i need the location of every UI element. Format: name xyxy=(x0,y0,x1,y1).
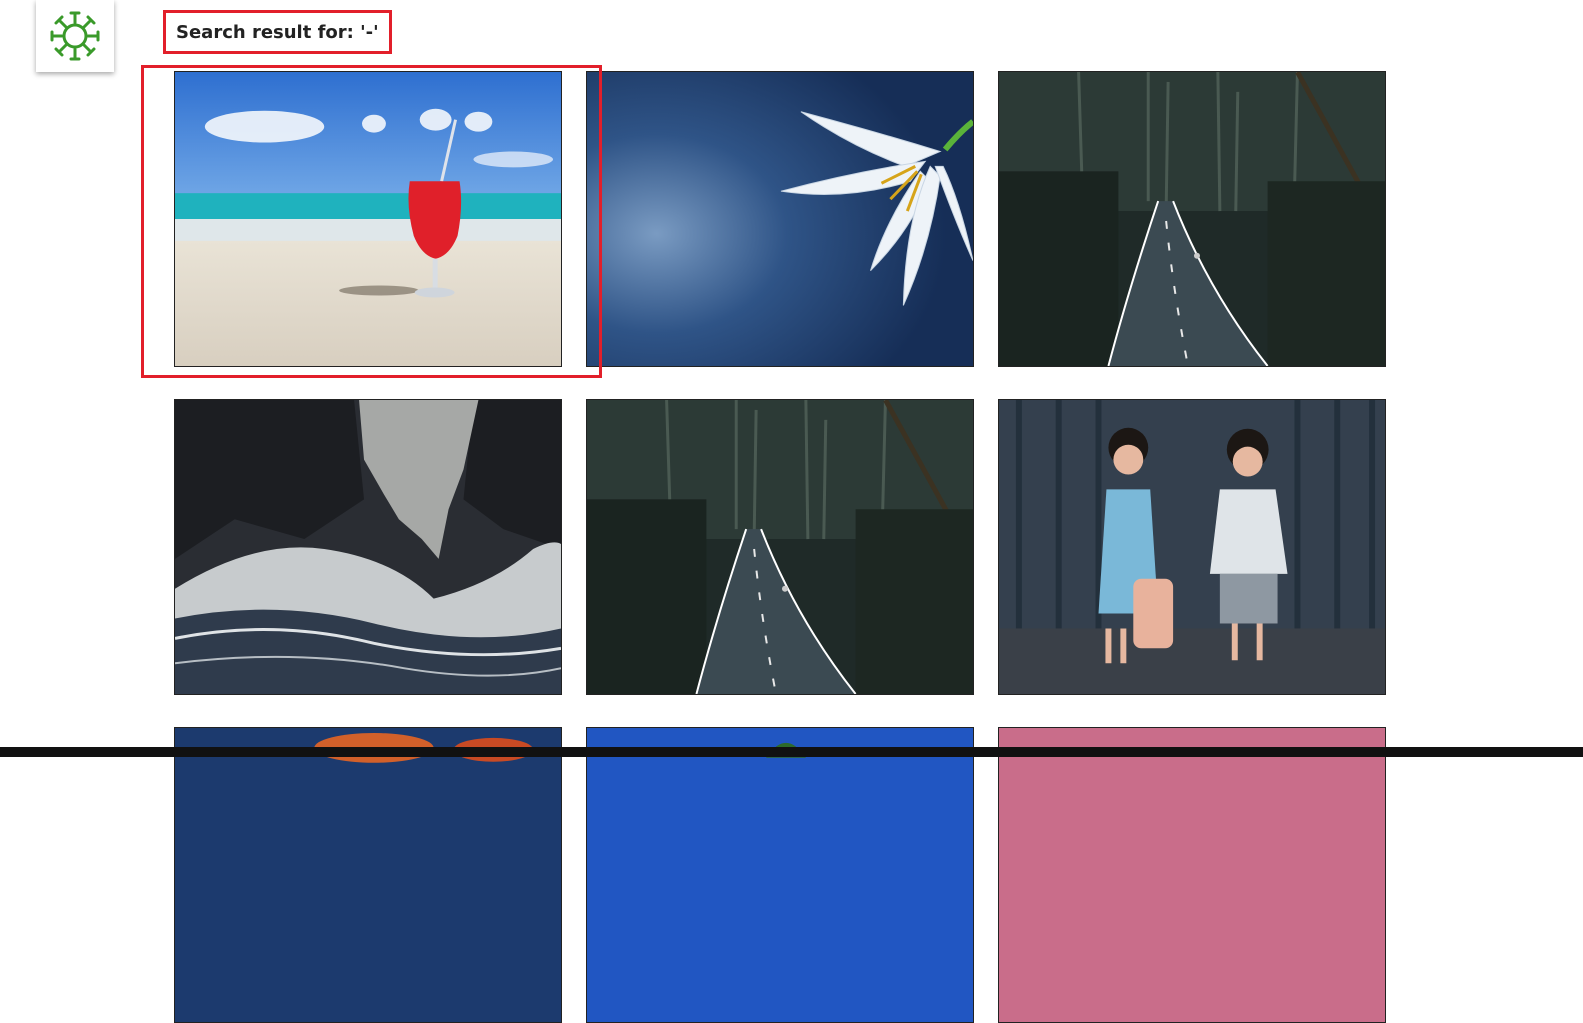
gallery-image-pink[interactable] xyxy=(998,727,1386,1023)
gallery-image-palm-tree[interactable] xyxy=(586,727,974,1023)
gallery-image-white-lily[interactable] xyxy=(586,71,974,367)
gallery-image-sunset-clouds[interactable] xyxy=(174,727,562,1023)
gallery-image-forest-road-runner[interactable] xyxy=(586,399,974,695)
bottom-bar xyxy=(0,747,1583,757)
gallery-image-ocean-wave[interactable] xyxy=(174,399,562,695)
search-result-heading: Search result for: '-' xyxy=(163,10,392,54)
gallery-image-forest-road[interactable] xyxy=(998,71,1386,367)
logo[interactable] xyxy=(36,0,114,72)
sunburst-logo-icon xyxy=(50,11,100,61)
gallery-image-children[interactable] xyxy=(998,399,1386,695)
gallery-image-beach-drink[interactable] xyxy=(174,71,562,367)
